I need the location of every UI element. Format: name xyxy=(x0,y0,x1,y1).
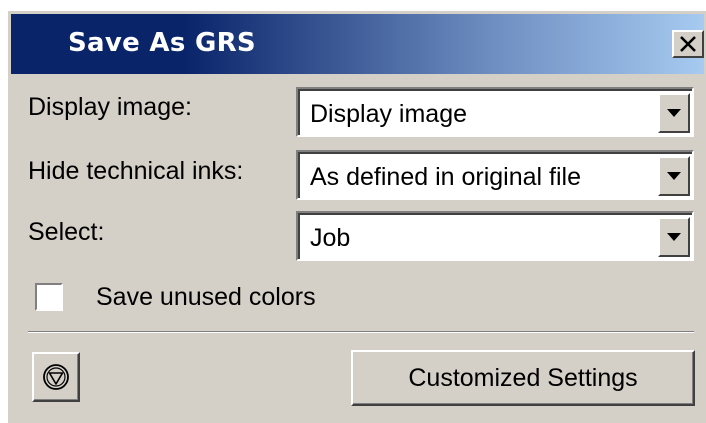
preset-icon-button[interactable] xyxy=(32,352,80,402)
chevron-down-icon xyxy=(667,172,681,180)
hide-technical-inks-dropdown-arrow[interactable] xyxy=(658,156,690,196)
save-unused-colors-checkbox[interactable] xyxy=(35,283,63,311)
separator xyxy=(28,331,694,333)
hide-technical-inks-value: As defined in original file xyxy=(310,163,581,191)
save-unused-colors-label[interactable]: Save unused colors xyxy=(96,283,316,312)
display-image-dropdown-arrow[interactable] xyxy=(658,93,690,133)
save-as-grs-dialog: Save As GRS Display image: Display image… xyxy=(7,10,706,423)
close-icon xyxy=(680,36,696,52)
display-image-value: Display image xyxy=(310,100,468,128)
hide-technical-inks-dropdown[interactable]: As defined in original file xyxy=(296,150,694,200)
display-image-dropdown[interactable]: Display image xyxy=(296,87,694,137)
triangle-in-circle-icon xyxy=(43,364,69,390)
display-image-label: Display image: xyxy=(28,93,192,121)
customized-settings-button[interactable]: Customized Settings xyxy=(351,350,695,406)
select-dropdown-arrow[interactable] xyxy=(658,217,690,257)
chevron-down-icon xyxy=(667,233,681,241)
chevron-down-icon xyxy=(667,109,681,117)
select-value: Job xyxy=(310,224,351,252)
close-button[interactable] xyxy=(672,30,704,58)
title-bar: Save As GRS xyxy=(11,14,704,74)
hide-technical-inks-label: Hide technical inks: xyxy=(28,157,244,185)
select-dropdown[interactable]: Job xyxy=(296,211,694,261)
window-title: Save As GRS xyxy=(68,28,256,58)
select-label: Select: xyxy=(28,218,105,246)
